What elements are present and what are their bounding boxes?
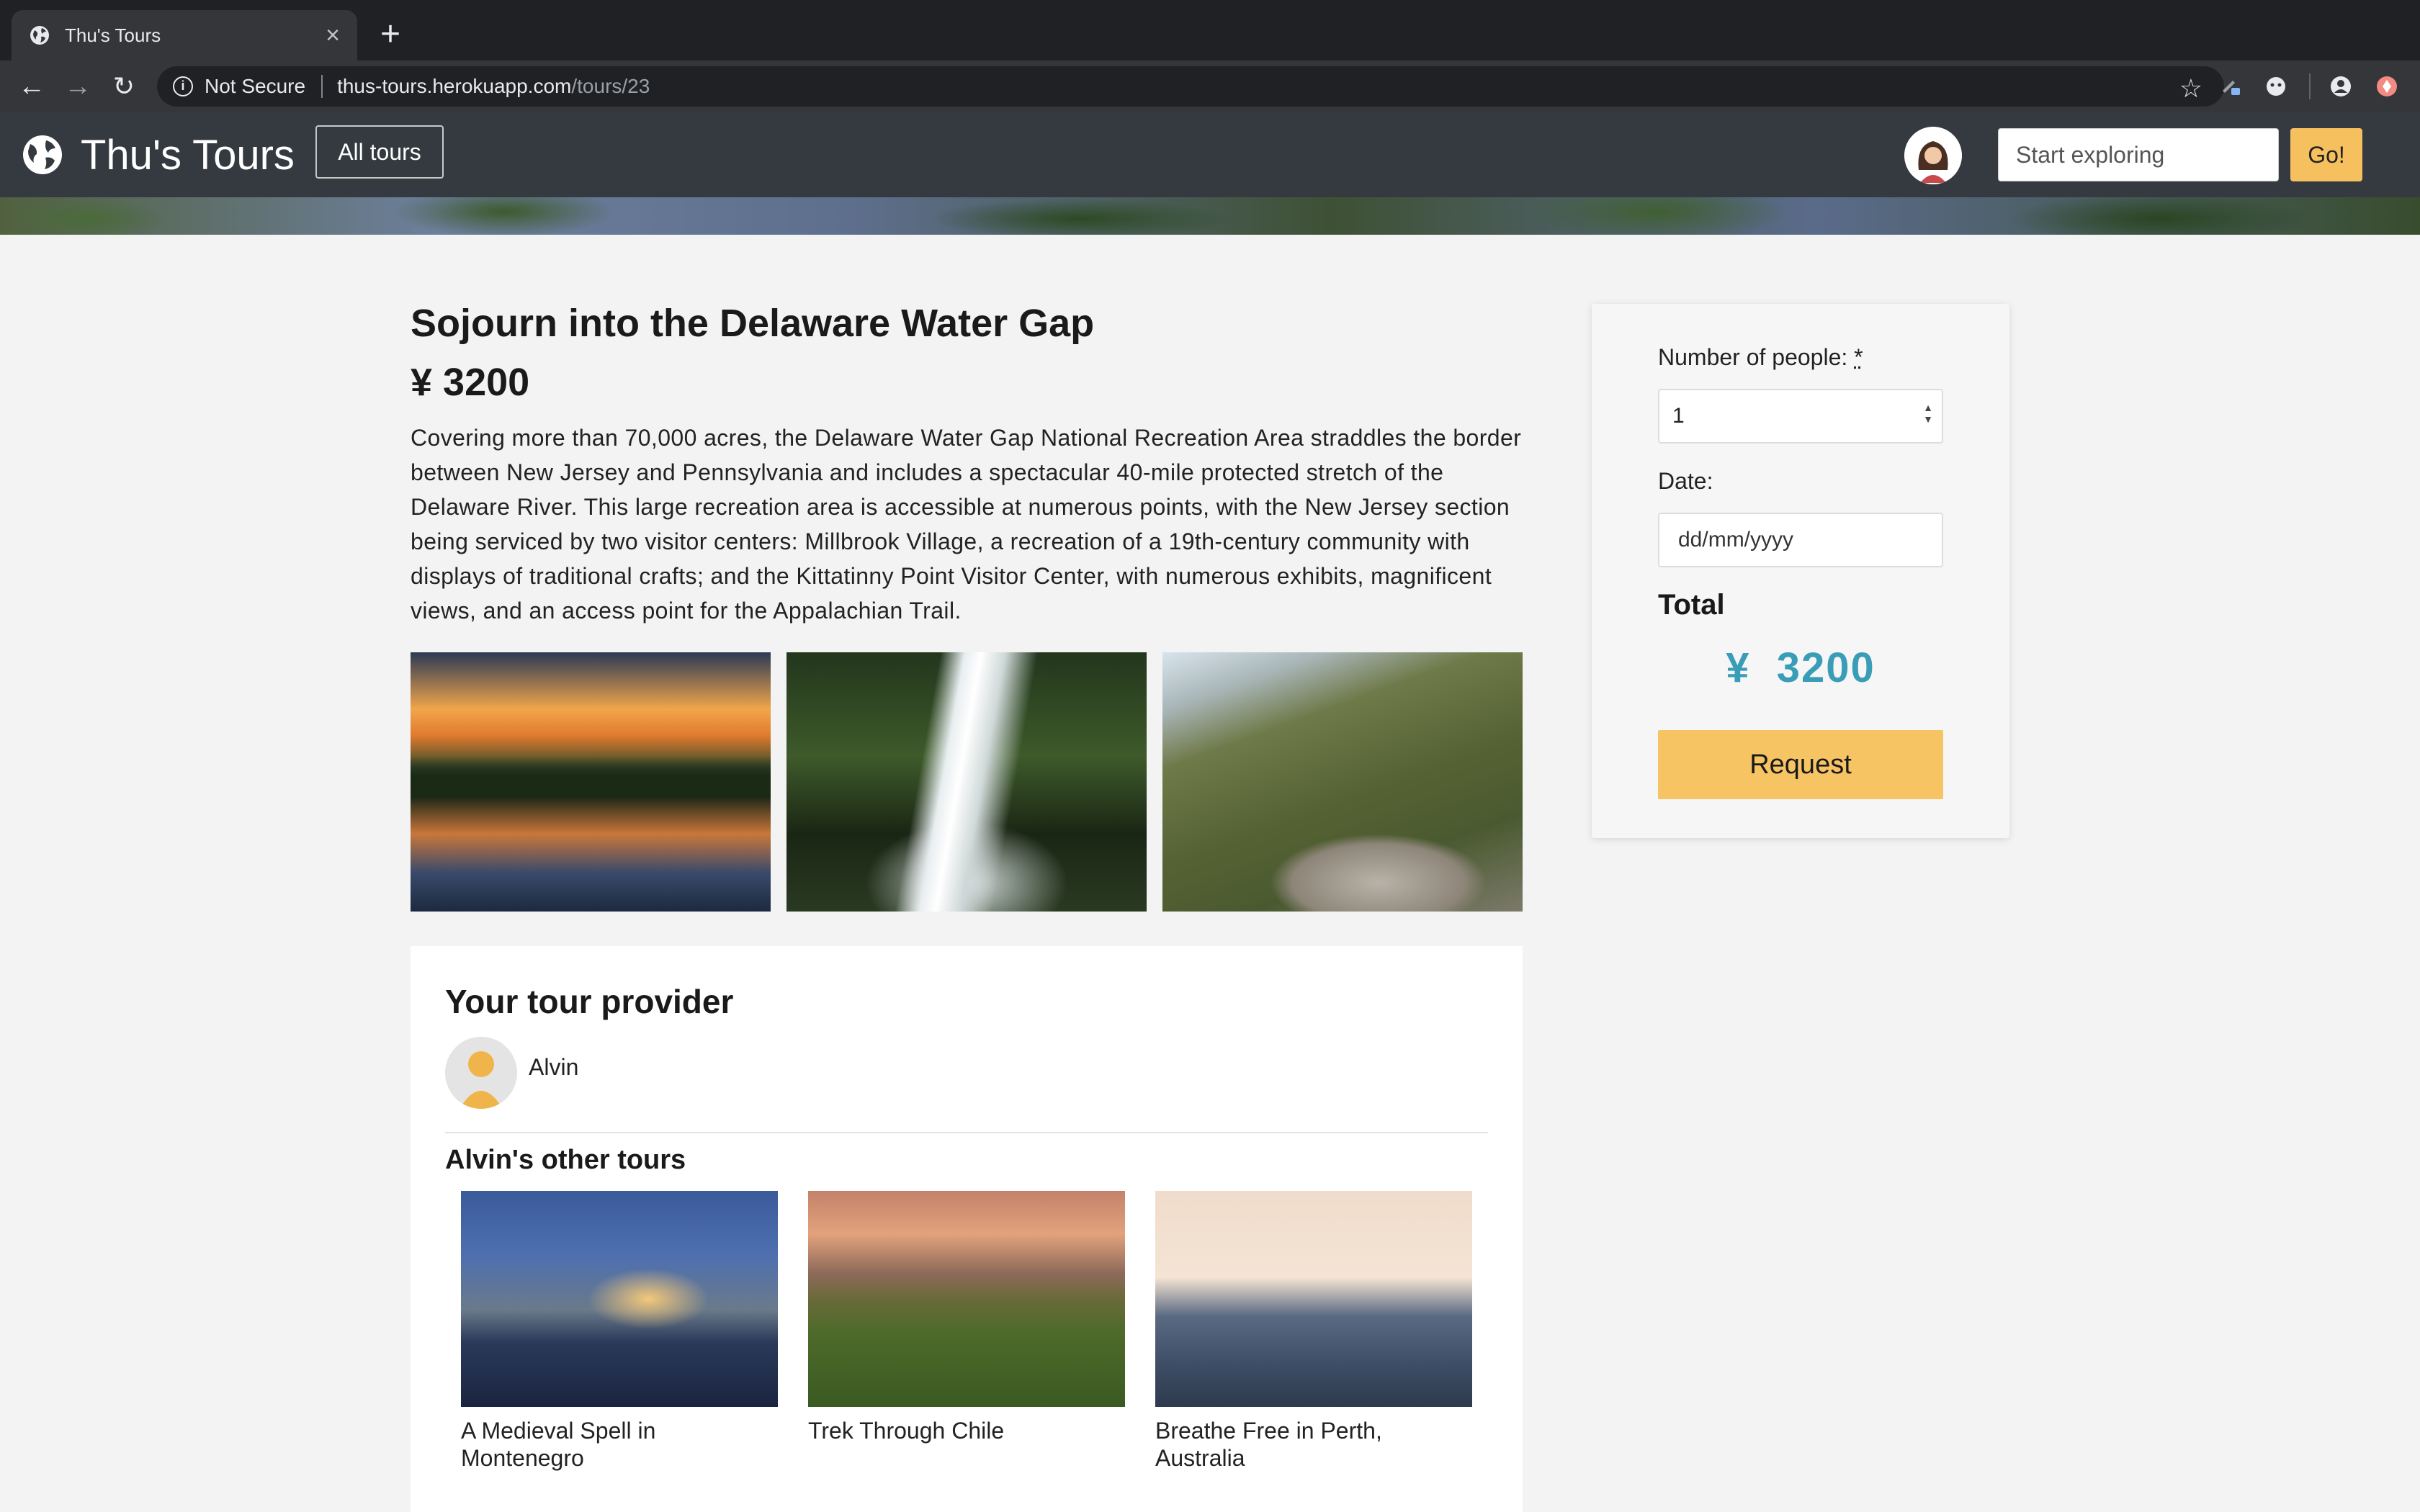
forward-arrow-icon[interactable]: → xyxy=(62,71,94,102)
other-tour-image-chile[interactable] xyxy=(808,1191,1125,1407)
stepper-arrows-icon[interactable]: ▲ ▼ xyxy=(1923,402,1933,425)
back-arrow-icon[interactable]: ← xyxy=(16,71,48,102)
search-input[interactable] xyxy=(1998,128,2279,181)
url-path: /tours/23 xyxy=(571,75,650,98)
tab-close-icon[interactable]: × xyxy=(326,22,340,50)
browser-toolbar: ← → ↻ i Not Secure thus-tours.herokuapp.… xyxy=(0,60,2420,112)
tour-description: Covering more than 70,000 acres, the Del… xyxy=(411,420,1523,628)
other-tour-name[interactable]: Breathe Free in Perth, Australia xyxy=(1155,1417,1472,1472)
user-avatar-image xyxy=(1904,127,1962,184)
people-label: Number of people: * xyxy=(1658,344,1863,371)
globe-icon xyxy=(29,24,50,46)
gallery-image-waterfall[interactable] xyxy=(786,652,1147,912)
other-tour-name[interactable]: Trek Through Chile xyxy=(808,1417,1125,1444)
total-label: Total xyxy=(1658,589,1725,621)
toolbar-divider xyxy=(2309,73,2311,99)
other-tour-card[interactable]: A Medieval Spell in Montenegro xyxy=(461,1191,778,1472)
security-label: Not Secure xyxy=(205,75,305,98)
reload-icon[interactable]: ↻ xyxy=(108,71,140,102)
date-label: Date: xyxy=(1658,468,1713,495)
globe-icon xyxy=(22,134,63,176)
other-tour-card[interactable]: Trek Through Chile xyxy=(808,1191,1125,1472)
other-tour-image-montenegro[interactable] xyxy=(461,1191,778,1407)
all-tours-button[interactable]: All tours xyxy=(315,125,444,179)
tab-title: Thu's Tours xyxy=(65,24,326,47)
tour-price: ¥ 3200 xyxy=(411,360,529,405)
other-tour-image-perth[interactable] xyxy=(1155,1191,1472,1407)
avatar-placeholder-icon xyxy=(445,1037,517,1109)
booking-card: Number of people: * 1 ▲ ▼ Date: dd/mm/yyy… xyxy=(1592,304,2009,838)
gallery-image-lake-sunset[interactable] xyxy=(411,652,771,912)
bookmark-star-icon[interactable]: ☆ xyxy=(2179,73,2202,104)
browser-tab[interactable]: Thu's Tours × xyxy=(12,10,357,60)
other-tour-card[interactable]: Breathe Free in Perth, Australia xyxy=(1155,1191,1472,1472)
gallery-image-valley-overlook[interactable] xyxy=(1162,652,1523,912)
required-mark: * xyxy=(1854,344,1863,370)
provider-name[interactable]: Alvin xyxy=(529,1054,578,1081)
people-label-text: Number of people: xyxy=(1658,344,1854,370)
url-host: thus-tours.herokuapp.com xyxy=(337,75,571,98)
people-number-input[interactable]: 1 ▲ ▼ xyxy=(1658,389,1943,444)
provider-card: Your tour provider Alvin Alvin's other t… xyxy=(411,946,1523,1512)
brand-name: Thu's Tours xyxy=(81,131,295,179)
tour-gallery xyxy=(411,652,1523,912)
browser-tabbar: Thu's Tours × + xyxy=(0,0,2420,60)
tour-title: Sojourn into the Delaware Water Gap xyxy=(411,301,1094,346)
other-tours-heading: Alvin's other tours xyxy=(445,1145,686,1176)
hero-banner-image xyxy=(0,197,2420,235)
extension-red-icon[interactable] xyxy=(2375,75,2398,98)
profile-icon[interactable] xyxy=(2329,75,2352,98)
new-tab-button[interactable]: + xyxy=(375,16,406,53)
address-bar[interactable]: i Not Secure thus-tours.herokuapp.com /t… xyxy=(157,66,2224,107)
user-avatar[interactable] xyxy=(1904,127,1962,184)
brand-link[interactable]: Thu's Tours xyxy=(22,128,295,181)
provider-avatar[interactable] xyxy=(445,1037,517,1109)
extension-face-icon[interactable] xyxy=(2264,75,2287,98)
go-button[interactable]: Go! xyxy=(2290,128,2362,181)
other-tour-name[interactable]: A Medieval Spell in Montenegro xyxy=(461,1417,778,1472)
omnibox-divider xyxy=(321,75,323,98)
site-navbar: Thu's Tours All tours Go! xyxy=(0,112,2420,197)
people-value: 1 xyxy=(1672,404,1685,428)
date-input[interactable]: dd/mm/yyyy xyxy=(1658,513,1943,567)
other-tours-list: A Medieval Spell in Montenegro Trek Thro… xyxy=(461,1191,1491,1472)
info-icon[interactable]: i xyxy=(173,76,193,96)
provider-divider xyxy=(445,1132,1488,1133)
provider-heading: Your tour provider xyxy=(445,982,733,1021)
extension-pen-icon[interactable] xyxy=(2220,75,2243,98)
request-button[interactable]: Request xyxy=(1658,730,1943,799)
total-value: ¥ 3200 xyxy=(1658,644,1943,692)
